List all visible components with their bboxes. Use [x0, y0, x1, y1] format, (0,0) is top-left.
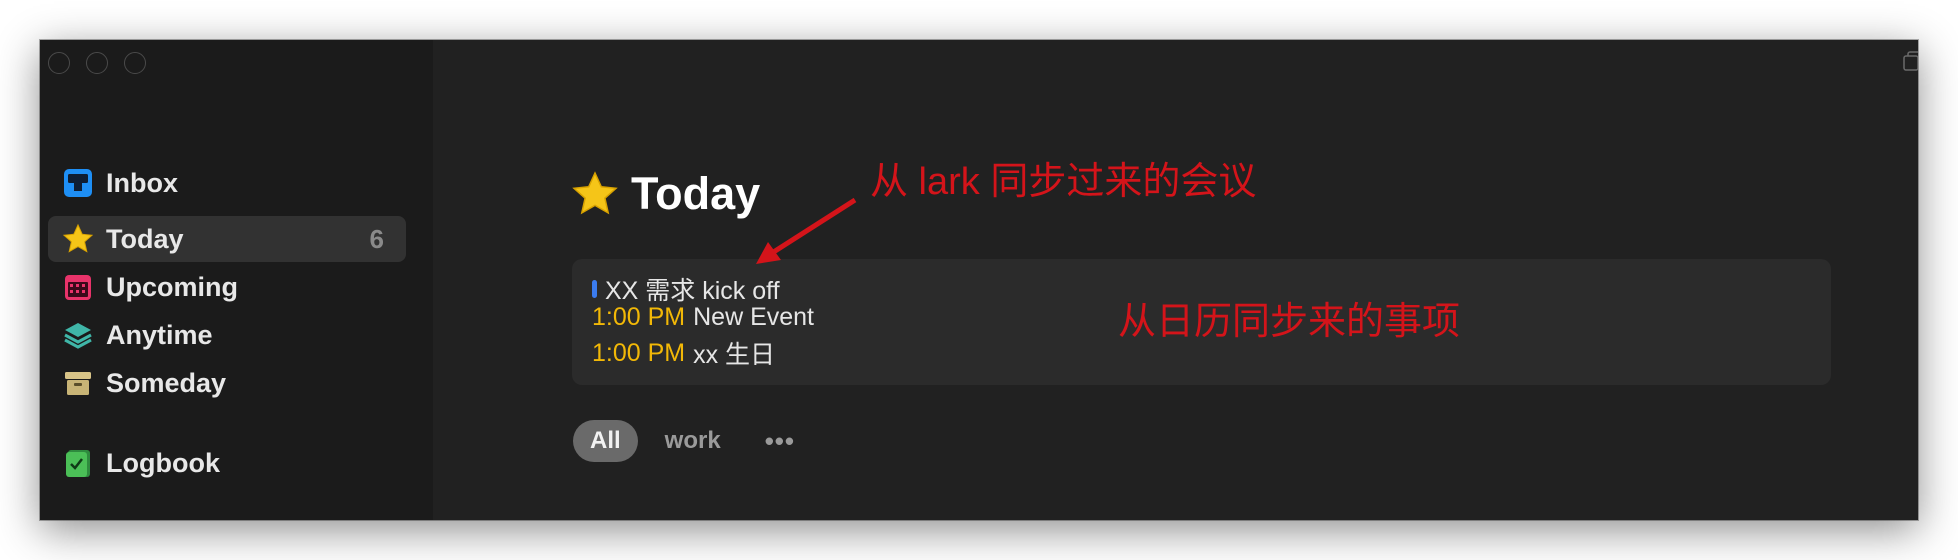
- annotation-lark-sync: 从 lark 同步过来的会议: [870, 161, 1257, 203]
- annotation-calendar-sync: 从日历同步来的事项: [1118, 301, 1461, 343]
- app-window: Inbox Today 6 Upcoming Anytime Someday L…: [40, 40, 1918, 520]
- annotation-arrow: [756, 197, 857, 264]
